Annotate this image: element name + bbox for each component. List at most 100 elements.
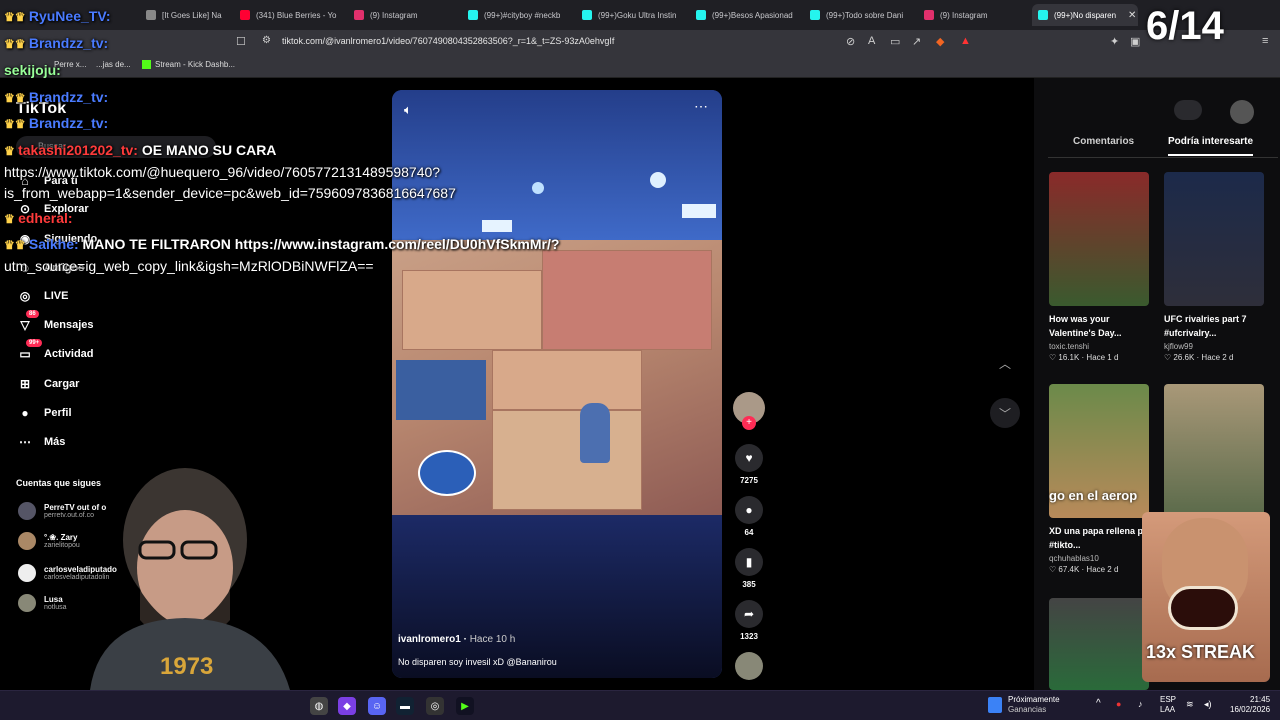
streamer-silhouette: 1973 bbox=[90, 468, 290, 690]
brave-shield-icon[interactable]: ◆ bbox=[936, 35, 944, 48]
video-thumbnail bbox=[1049, 172, 1149, 306]
chat-message: ♛ edheral: bbox=[4, 210, 73, 226]
comment-button[interactable]: ● 64 bbox=[732, 496, 766, 537]
avatar[interactable] bbox=[1230, 100, 1254, 124]
badge-icon: ♛♛ bbox=[4, 91, 29, 105]
cast-icon[interactable]: ▭ bbox=[890, 35, 900, 48]
nav-perfil[interactable]: ● Perfil bbox=[16, 404, 71, 422]
music-disc-icon bbox=[735, 652, 763, 680]
weather-icon bbox=[988, 697, 1002, 713]
sidebar-icon[interactable]: ▣ bbox=[1130, 35, 1140, 48]
chat-message: ♛ takashi201202_tv: OE MANO SU CARA bbox=[4, 142, 277, 158]
sound-avatar[interactable] bbox=[732, 652, 766, 680]
chat-message: ♛♛ Saikhe: MANO TE FILTRARON https://www… bbox=[4, 236, 560, 252]
nav-actividad[interactable]: ▭ 99+ Actividad bbox=[16, 339, 94, 363]
streamer-webcam: 1973 bbox=[90, 460, 310, 690]
volume-icon[interactable]: ◂) bbox=[1204, 699, 1212, 709]
chat-message: ♛♛ Brandzz_tv: bbox=[4, 89, 109, 105]
obs-icon[interactable]: ◎ bbox=[426, 697, 444, 715]
following-item[interactable]: Lusa notlusa bbox=[18, 594, 67, 612]
screen: { "browser": { "tabs": [ {"label": "[It … bbox=[0, 0, 1280, 720]
translate-icon[interactable]: ⊘ bbox=[846, 35, 855, 48]
badge-icon: ♛ bbox=[4, 212, 19, 226]
recommendation-card[interactable] bbox=[1049, 598, 1149, 690]
microphone-icon[interactable]: ♪ bbox=[1138, 699, 1143, 709]
nav-live[interactable]: ◎ LIVE bbox=[16, 287, 69, 305]
tiktok-icon bbox=[696, 10, 706, 20]
bookmark-button[interactable]: ▮ 385 bbox=[732, 548, 766, 589]
video-frame-game bbox=[392, 240, 722, 515]
webcam-inset bbox=[396, 360, 486, 420]
heart-icon: ♥ bbox=[735, 444, 763, 472]
video-thumbnail bbox=[1164, 172, 1264, 306]
chevron-down-icon[interactable]: ﹀ bbox=[990, 398, 1020, 428]
more-options-icon[interactable]: ⋯ bbox=[694, 98, 708, 115]
chat-message: sekijoju: bbox=[4, 62, 61, 78]
share-icon: ➦ bbox=[735, 600, 763, 628]
crate bbox=[402, 270, 542, 350]
stage-light bbox=[650, 172, 666, 188]
browser-tab-active[interactable]: (99+)No disparen ✕ bbox=[1032, 4, 1138, 26]
chat-message: ♛♛ Brandzz_tv: bbox=[4, 35, 109, 51]
tab-podria-interesarte[interactable]: Podría interesarte bbox=[1168, 136, 1254, 156]
comment-icon: ● bbox=[735, 496, 763, 524]
wifi-icon[interactable]: ≋ bbox=[1186, 699, 1194, 709]
counter-overlay: 6/14 bbox=[1146, 4, 1224, 48]
share-icon[interactable]: ↗ bbox=[912, 35, 921, 48]
chat-message-link: https://www.tiktok.com/@huequero_96/vide… bbox=[4, 164, 441, 180]
rewards-icon[interactable]: ▲ bbox=[960, 35, 971, 47]
nav-cargar[interactable]: ⊞ Cargar bbox=[16, 375, 80, 393]
browser-tab[interactable]: (99+)Besos Apasionad bbox=[690, 4, 802, 26]
app-icon[interactable]: ◆ bbox=[338, 697, 356, 715]
following-item[interactable]: °.❀. Zary zarielitopou bbox=[18, 532, 80, 550]
follow-plus-icon[interactable]: + bbox=[742, 416, 756, 430]
browser-tab[interactable]: (99+)Todo sobre Dani bbox=[804, 4, 916, 26]
close-icon[interactable]: ✕ bbox=[1128, 10, 1136, 21]
recommendation-card[interactable] bbox=[1164, 384, 1264, 518]
tab-comentarios[interactable]: Comentarios bbox=[1073, 136, 1134, 147]
taskbar: ◍ ◆ ☺ ▬ ◎ ▶ Próximamente Ganancias ^ ● ♪ … bbox=[0, 690, 1280, 720]
chevron-up-icon[interactable]: ︿ bbox=[990, 348, 1020, 378]
kick-icon[interactable]: ▶ bbox=[456, 697, 474, 715]
video-frame-floor bbox=[392, 515, 722, 678]
terminal-icon[interactable]: ▬ bbox=[396, 697, 414, 715]
chevron-up-icon[interactable]: ^ bbox=[1096, 699, 1101, 709]
app-icon[interactable] bbox=[1174, 100, 1202, 120]
tiktok-icon bbox=[810, 10, 820, 20]
avatar bbox=[18, 594, 36, 612]
crate bbox=[492, 350, 642, 410]
chat-message-link: utm_source=ig_web_copy_link&igsh=MzRlODB… bbox=[4, 258, 374, 274]
avatar bbox=[18, 532, 36, 550]
author-avatar[interactable]: + bbox=[732, 392, 766, 430]
recommendation-card[interactable]: go en el aerop XD una papa rellena ps #t… bbox=[1049, 384, 1149, 574]
badge-icon: ♛♛ bbox=[4, 238, 29, 252]
bookmark-icon: ▮ bbox=[735, 548, 763, 576]
feed-navigation: ︿ ﹀ bbox=[990, 348, 1020, 448]
panel-tabs: Comentarios Podría interesarte bbox=[1048, 134, 1278, 158]
game-character bbox=[580, 403, 610, 463]
badge-icon: ♛♛ bbox=[4, 37, 29, 51]
clock[interactable]: 21:45 16/02/2026 bbox=[1230, 695, 1270, 715]
weather-widget[interactable]: Próximamente Ganancias bbox=[1008, 695, 1060, 715]
tiktok-icon bbox=[1038, 10, 1048, 20]
nav-mensajes[interactable]: ▽ 86 Mensajes bbox=[16, 310, 94, 334]
browser-tab[interactable]: (9) Instagram bbox=[918, 4, 1030, 26]
recommendation-card[interactable]: UFC rivalries part 7 #ufcrivalry... kjfl… bbox=[1164, 172, 1264, 362]
nav-mas[interactable]: ⋯ Más bbox=[16, 433, 65, 451]
video-author[interactable]: ivanlromero1 · Hace 10 h bbox=[398, 634, 515, 645]
language-icon[interactable]: A bbox=[868, 35, 875, 47]
svg-text:1973: 1973 bbox=[160, 653, 213, 680]
extensions-icon[interactable]: ✦ bbox=[1110, 35, 1119, 48]
app-icon[interactable]: ◍ bbox=[310, 697, 328, 715]
upload-icon: ⊞ bbox=[19, 377, 31, 391]
discord-icon[interactable]: ☺ bbox=[368, 697, 386, 715]
chat-message-link: is_from_webapp=1&sender_device=pc&web_id… bbox=[4, 185, 456, 201]
avatar bbox=[18, 502, 36, 520]
video-thumbnail bbox=[1164, 384, 1264, 518]
menu-icon[interactable]: ≡ bbox=[1262, 35, 1268, 47]
share-button[interactable]: ➦ 1323 bbox=[732, 600, 766, 641]
recommendation-card[interactable]: How was your Valentine's Day... toxic.te… bbox=[1049, 172, 1149, 362]
like-button[interactable]: ♥ 7275 bbox=[732, 444, 766, 485]
language-indicator[interactable]: ESP LAA bbox=[1160, 695, 1176, 715]
app-tray-icon[interactable]: ● bbox=[1116, 699, 1121, 709]
